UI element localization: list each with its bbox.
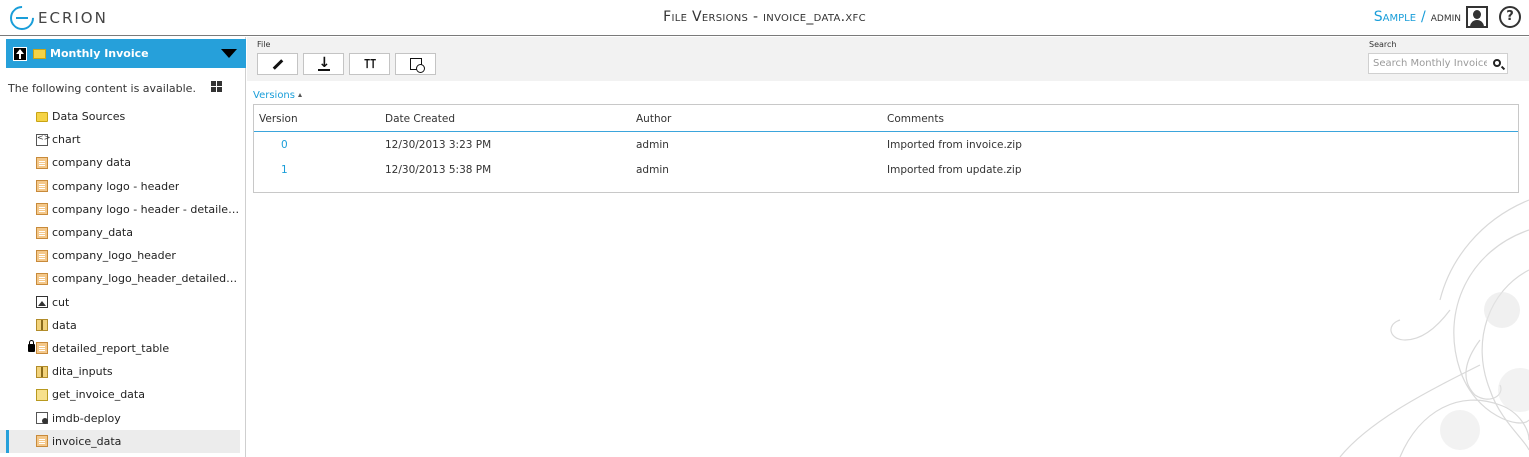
image-icon: [36, 296, 48, 309]
sidebar-item[interactable]: detailed_report_table: [0, 337, 240, 360]
folder-title: Monthly Invoice: [50, 47, 149, 60]
sidebar-item-label: company logo - header - detailed rep...: [52, 202, 240, 216]
author-cell: admin: [636, 164, 669, 176]
table-header: Version Date Created Author Comments: [254, 105, 1518, 132]
content-tree: Data Sources chart company data company log…: [0, 105, 246, 453]
sidebar-item-label: company_logo_header: [52, 249, 176, 263]
tools-icon: ⊺⊺: [363, 56, 376, 72]
workspace-link[interactable]: Sample: [1374, 9, 1416, 25]
document-icon: [36, 342, 48, 355]
chevron-down-icon[interactable]: [221, 49, 237, 58]
username[interactable]: admin: [1431, 10, 1461, 25]
background-decoration: [1339, 199, 1529, 457]
sidebar-item-label: company_logo_header_detailed_report: [52, 272, 240, 286]
document-icon: [36, 249, 48, 262]
sidebar-item[interactable]: chart: [0, 128, 240, 151]
sidebar-item-label: company data: [52, 156, 131, 170]
table-row[interactable]: 0 12/30/2013 3:23 PM admin Imported from…: [254, 133, 1518, 158]
sidebar-item[interactable]: company logo - header: [0, 175, 240, 198]
pencil-icon: [272, 58, 283, 70]
code-file-icon: [36, 133, 50, 146]
versions-tab[interactable]: Versions: [253, 90, 302, 101]
sidebar: Monthly Invoice The following content is…: [0, 37, 246, 457]
author-cell: admin: [636, 139, 669, 151]
sidebar-item-label: get_invoice_data: [52, 388, 145, 402]
document-icon: [36, 180, 48, 193]
up-arrow-icon[interactable]: [13, 46, 27, 61]
sidebar-item[interactable]: imdb-deploy: [0, 406, 240, 429]
version-link[interactable]: 1: [281, 164, 288, 176]
column-header-version[interactable]: Version: [259, 113, 298, 125]
user-area: Sample / admin ?: [1374, 4, 1521, 30]
sidebar-item[interactable]: get_invoice_data: [0, 383, 240, 406]
folder-icon: [36, 111, 48, 122]
date-created-cell: 12/30/2013 5:38 PM: [385, 164, 492, 176]
document-icon: [36, 272, 48, 285]
document-icon: [36, 156, 48, 169]
tools-button[interactable]: ⊺⊺: [349, 53, 390, 75]
download-icon: [317, 55, 330, 71]
sidebar-item-label: imdb-deploy: [52, 411, 121, 425]
script-icon: [36, 388, 48, 401]
folder-icon: [33, 48, 46, 59]
toolbar: File ⊺⊺ Search: [247, 37, 1529, 81]
sidebar-item[interactable]: company logo - header - detailed rep...: [0, 198, 240, 221]
zip-icon: [36, 319, 48, 332]
sidebar-item-label: company_data: [52, 226, 133, 240]
search-input[interactable]: [1369, 54, 1487, 73]
deploy-icon: [36, 412, 48, 425]
search-box: [1368, 53, 1508, 74]
sidebar-item[interactable]: invoice_data: [0, 429, 240, 453]
column-header-author[interactable]: Author: [636, 113, 671, 125]
user-avatar-icon[interactable]: [1466, 6, 1488, 28]
sidebar-item-label: cut: [52, 295, 70, 309]
sidebar-item-label: chart: [52, 133, 81, 147]
search-label: Search: [1369, 40, 1397, 49]
sidebar-item-label: dita_inputs: [52, 365, 113, 379]
sidebar-item[interactable]: cut: [0, 291, 240, 314]
sidebar-item-label: data: [52, 318, 77, 332]
lock-icon: [28, 339, 35, 352]
help-icon[interactable]: ?: [1499, 6, 1521, 28]
sidebar-item-label: Data Sources: [52, 110, 126, 124]
column-header-date-created[interactable]: Date Created: [385, 113, 455, 125]
sidebar-item[interactable]: company_data: [0, 221, 240, 244]
version-link[interactable]: 0: [281, 139, 288, 151]
folder-header[interactable]: Monthly Invoice: [6, 39, 246, 68]
sidebar-item[interactable]: dita_inputs: [0, 360, 240, 383]
document-icon: [36, 226, 48, 239]
date-created-cell: 12/30/2013 3:23 PM: [385, 139, 492, 151]
edit-button[interactable]: [257, 53, 298, 75]
sort-triangle-icon: [297, 93, 302, 97]
download-button[interactable]: [303, 53, 344, 75]
sidebar-item[interactable]: Data Sources: [0, 105, 240, 128]
sidebar-item[interactable]: company_logo_header_detailed_report: [0, 267, 240, 290]
zip-icon: [36, 365, 48, 378]
sidebar-item-label: detailed_report_table: [52, 341, 170, 355]
document-icon: [36, 435, 48, 448]
document-icon: [36, 203, 48, 216]
versions-table: Version Date Created Author Comments 0 1…: [253, 104, 1519, 193]
search-icon[interactable]: [1493, 59, 1501, 67]
available-content-text: The following content is available.: [8, 82, 196, 95]
sidebar-item[interactable]: company data: [0, 151, 240, 174]
sidebar-item[interactable]: data: [0, 314, 240, 337]
table-row[interactable]: 1 12/30/2013 5:38 PM admin Imported from…: [254, 158, 1518, 183]
grid-view-icon[interactable]: [211, 81, 222, 92]
comments-cell: Imported from update.zip: [887, 164, 1022, 176]
toolbar-group-label: File: [257, 40, 271, 49]
comments-cell: Imported from invoice.zip: [887, 139, 1022, 151]
history-icon: [409, 58, 425, 73]
sidebar-item[interactable]: company_logo_header: [0, 244, 240, 267]
page-title: File Versions - invoice_data.xfc: [663, 9, 866, 25]
versions-tab-label: Versions: [253, 90, 295, 101]
sidebar-item-label: invoice_data: [52, 434, 122, 448]
breadcrumb-separator: /: [1421, 9, 1426, 25]
sidebar-item-label: company logo - header: [52, 179, 180, 193]
history-button[interactable]: [395, 53, 436, 75]
column-header-comments[interactable]: Comments: [887, 113, 944, 125]
top-bar: ECRION File Versions - invoice_data.xfc …: [0, 0, 1529, 36]
